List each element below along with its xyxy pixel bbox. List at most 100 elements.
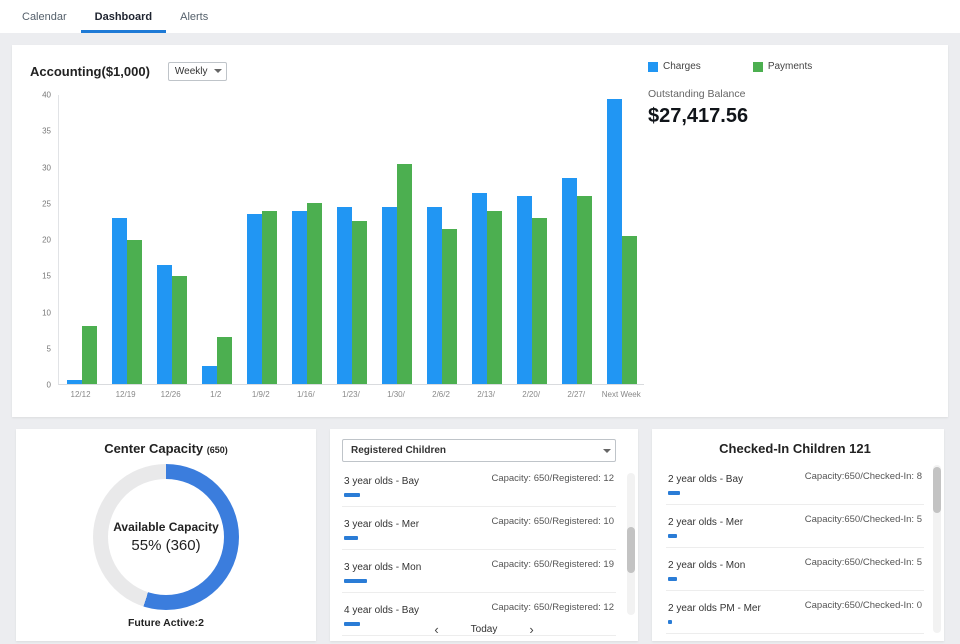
- bar-charges: [66, 380, 82, 384]
- legend-charges: Charges: [648, 61, 701, 72]
- list-item[interactable]: 2 year olds - Bay Capacity:650/Checked-I…: [666, 462, 924, 505]
- prev-page-button[interactable]: ‹: [430, 623, 442, 636]
- bar-payments: [441, 228, 457, 384]
- list-item[interactable]: 3 year olds - Bay Capacity: 650/Register…: [342, 464, 616, 507]
- group-label: 2 year olds - Mon: [668, 560, 746, 571]
- x-axis-label: Next Week: [601, 390, 641, 399]
- y-axis-label: 15: [42, 271, 51, 281]
- bar-payments: [576, 196, 592, 384]
- y-axis-label: 5: [46, 344, 51, 354]
- checked-in-children-card: Checked-In Children 121 2 year olds - Ba…: [652, 429, 944, 641]
- center-capacity-card: Center Capacity (650) Available Capacity…: [16, 429, 316, 641]
- group-label: 2 year olds PM - Mer: [668, 603, 761, 614]
- bar-chart: 0 5 10 15 20 25 30 35 40 12/12 12/19 12/26 1/2 1/9/2…: [30, 91, 644, 399]
- charges-swatch-icon: [648, 61, 658, 72]
- list-item[interactable]: 2 year olds - Mon Capacity:650/Checked-I…: [666, 548, 924, 591]
- x-axis-label: 12/12: [70, 390, 91, 399]
- bar-group: [287, 95, 327, 384]
- top-nav: Calendar Dashboard Alerts: [0, 0, 960, 33]
- bar-charges: [426, 207, 442, 384]
- accounting-summary: Charges Payments Outstanding Balance $27…: [648, 61, 938, 128]
- bar-payments: [351, 221, 367, 384]
- outstanding-balance-value: $27,417.56: [648, 105, 749, 127]
- bar-group: [62, 95, 102, 384]
- group-label: 3 year olds - Mon: [344, 562, 422, 573]
- x-axis: 12/12 12/19 12/26 1/2 1/9/2 1/16/1/23/1/30/2/…: [58, 385, 644, 399]
- progress-bar: [668, 534, 677, 538]
- checked-in-list: 2 year olds - Bay Capacity:650/Checked-I…: [666, 462, 924, 634]
- capacity-text: Capacity:650/Checked-In: 0: [804, 600, 922, 611]
- checked-in-title: Checked-In Children 121: [719, 441, 871, 456]
- period-select[interactable]: Weekly: [167, 62, 227, 81]
- y-axis-label: 0: [46, 380, 51, 390]
- payments-swatch-icon: [752, 61, 763, 72]
- legend-payments-label: Payments: [767, 61, 813, 72]
- scrollbar-thumb[interactable]: [627, 526, 635, 573]
- progress-bar: [668, 491, 680, 495]
- bar-charges: [381, 207, 397, 384]
- chart-legend: Charges Payments: [648, 61, 938, 72]
- tab-calendar[interactable]: Calendar: [8, 0, 81, 33]
- y-axis-label: 30: [42, 163, 51, 172]
- bar-charges: [471, 192, 487, 384]
- x-axis-label: 2/20/: [522, 390, 541, 399]
- bar-payments: [306, 203, 322, 384]
- registered-children-select[interactable]: Registered Children: [342, 439, 616, 462]
- next-page-button[interactable]: ›: [525, 623, 537, 636]
- bar-charges: [606, 98, 622, 384]
- tab-dashboard[interactable]: Dashboard: [81, 0, 166, 33]
- bar-payments: [81, 326, 97, 384]
- list-item[interactable]: 3 year olds - Mon Capacity: 650/Register…: [342, 550, 616, 593]
- registered-select-wrap: Registered Children: [342, 439, 616, 462]
- list-item[interactable]: 2 year olds - Mer Capacity:650/Checked-I…: [666, 505, 924, 548]
- group-label: 3 year olds - Mer: [344, 519, 420, 530]
- capacity-text: Capacity:650/Checked-In: 8: [804, 471, 922, 482]
- progress-bar: [344, 493, 360, 497]
- bar-group: [197, 95, 237, 384]
- y-axis: 0 5 10 15 20 25 30 35 40: [30, 91, 58, 390]
- bar-payments: [261, 210, 277, 384]
- x-axis-label: 2/27/: [567, 390, 586, 399]
- available-capacity-value: 55% (360): [131, 537, 201, 554]
- progress-bar: [344, 536, 358, 540]
- tab-alerts[interactable]: Alerts: [166, 0, 222, 33]
- x-axis-label: 2/13/: [477, 390, 495, 399]
- legend-payments: Payments: [752, 61, 813, 72]
- progress-bar: [344, 579, 367, 583]
- bar-payments: [486, 210, 502, 384]
- progress-bar: [668, 577, 677, 581]
- list-item[interactable]: 2 year olds PM - Mer Capacity:650/Checke…: [666, 591, 924, 634]
- capacity-text: Capacity: 650/Registered: 12: [491, 473, 614, 484]
- capacity-text: Capacity: 650/Registered: 10: [491, 516, 614, 527]
- y-axis-label: 10: [42, 308, 51, 317]
- bar-payments: [216, 337, 232, 384]
- bar-group: [152, 95, 192, 384]
- outstanding-balance-label: Outstanding Balance: [648, 88, 746, 100]
- bar-group: [242, 95, 282, 384]
- bar-charges: [111, 217, 127, 384]
- bar-group: [602, 95, 642, 384]
- bar-charges: [516, 196, 532, 384]
- capacity-donut: Available Capacity 55% (360): [93, 464, 239, 610]
- x-axis-label: 1/23/: [342, 390, 360, 399]
- scrollbar[interactable]: [627, 473, 635, 615]
- donut-center: Available Capacity 55% (360): [108, 479, 224, 595]
- bar-charges: [291, 210, 307, 384]
- bar-charges: [201, 365, 217, 384]
- plot-area: [58, 95, 644, 385]
- x-axis-label: 1/30/: [387, 390, 405, 399]
- capacity-text: Capacity: 650/Registered: 12: [491, 602, 614, 613]
- scrollbar[interactable]: [933, 465, 941, 633]
- bar-charges: [336, 207, 352, 384]
- accounting-card: Accounting($1,000) Weekly Charges Paymen…: [12, 45, 948, 417]
- x-axis-label: 12/26: [160, 390, 181, 399]
- today-label[interactable]: Today: [471, 624, 498, 635]
- bar-payments: [171, 275, 187, 384]
- bar-group: [107, 95, 147, 384]
- list-item[interactable]: 3 year olds - Mer Capacity: 650/Register…: [342, 507, 616, 550]
- bar-charges: [561, 178, 577, 384]
- scrollbar-thumb[interactable]: [933, 467, 941, 513]
- available-capacity-label: Available Capacity: [113, 520, 219, 534]
- bar-group: [332, 95, 372, 384]
- bar-charges: [156, 264, 172, 384]
